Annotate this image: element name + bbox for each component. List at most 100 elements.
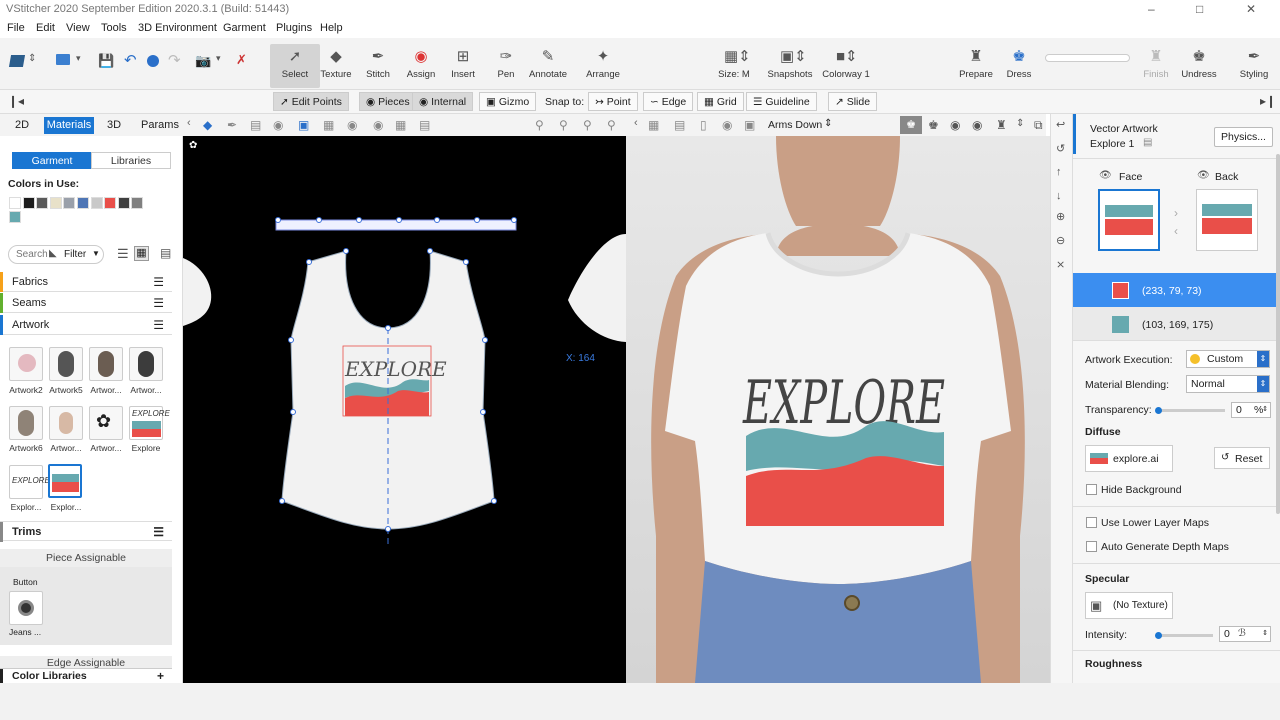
intensity-input[interactable]: 0 ℬ ⇕ — [1219, 626, 1271, 642]
tab-params[interactable]: Params — [138, 117, 182, 134]
app-logo-icon[interactable] — [8, 55, 26, 67]
menu-garment[interactable]: Garment — [223, 22, 266, 34]
menu-icon[interactable]: ☰ — [153, 293, 164, 313]
pose-selector[interactable]: Arms Down — [768, 119, 822, 131]
chevron-left-icon[interactable]: ‹ — [634, 117, 638, 129]
select-piece-icon[interactable]: ◆ — [203, 118, 212, 132]
avatar-view-icon[interactable]: ♚ — [900, 116, 922, 134]
physics-button[interactable]: Physics... — [1214, 127, 1273, 147]
window-icon[interactable]: ⧉ — [1034, 118, 1043, 133]
avatar-icon[interactable]: ◉ — [972, 118, 982, 132]
grid-view-icon[interactable]: ▦ — [134, 246, 149, 261]
face-preview[interactable] — [1098, 189, 1160, 251]
image-icon[interactable]: ▣ — [744, 118, 755, 132]
gizmo-button[interactable]: ▣ Gizmo — [479, 92, 537, 111]
tab-materials[interactable]: Materials — [44, 117, 94, 134]
menu-tools[interactable]: Tools — [101, 22, 127, 34]
artwork-thumb[interactable]: ✿ — [89, 406, 123, 440]
chevron-down-icon[interactable]: ▾ — [76, 53, 81, 64]
intensity-slider[interactable] — [1157, 634, 1213, 637]
zoom-out-icon[interactable]: ⊖ — [1056, 234, 1065, 247]
rename-icon[interactable]: ▤ — [1143, 137, 1152, 148]
menu-icon[interactable]: ☰ — [153, 315, 164, 335]
color-swatch[interactable] — [131, 197, 144, 209]
menu-help[interactable]: Help — [320, 22, 343, 34]
pieces-button[interactable]: ◉ Pieces — [359, 92, 416, 111]
tool-icon[interactable]: ✒ — [227, 118, 237, 132]
color-swatch[interactable] — [9, 197, 21, 209]
arrow-up-icon[interactable]: ↑ — [1056, 166, 1062, 178]
chevron-updown-icon[interactable]: ⇕ — [1016, 118, 1024, 129]
list-view-icon[interactable]: ☰ — [117, 246, 129, 262]
filter-label[interactable]: Filter — [64, 249, 86, 260]
undress-button[interactable]: ♚ Undress — [1174, 44, 1224, 88]
tool-icon[interactable]: ◉ — [273, 118, 283, 132]
garment-icon[interactable]: ♜ — [996, 118, 1007, 132]
transparency-slider[interactable] — [1157, 409, 1225, 412]
tool-icon[interactable]: ◉ — [373, 118, 383, 132]
search-box[interactable]: Search ◣ Filter ▼ — [8, 245, 104, 264]
close-icon[interactable]: ✕ — [1246, 2, 1256, 16]
color-swatch[interactable] — [49, 197, 62, 209]
back-preview[interactable] — [1196, 189, 1258, 251]
garment-toggle[interactable]: Garment — [12, 152, 92, 169]
collapse-right-icon[interactable]: ▸❙ — [1260, 94, 1276, 108]
color-swatch[interactable] — [117, 197, 130, 209]
tool-icon[interactable]: ▤ — [419, 118, 430, 132]
chevron-updown-icon[interactable]: ⇕ — [28, 53, 36, 64]
artwork-thumb[interactable] — [49, 406, 83, 440]
menu-view[interactable]: View — [66, 22, 90, 34]
redo-icon[interactable]: ↷ — [168, 51, 181, 69]
auto-generate-depth-maps-checkbox[interactable] — [1086, 541, 1097, 552]
colorway-selector[interactable]: ■⇕ Colorway 1 — [818, 44, 874, 88]
edit-points-button[interactable]: ➚ Edit Points — [273, 92, 349, 111]
annotate-tool[interactable]: ✎ Annotate — [523, 44, 573, 88]
artwork-thumb[interactable]: EXPLORE — [9, 465, 50, 499]
menu-edit[interactable]: Edit — [36, 22, 55, 34]
grid-icon[interactable]: ▦ — [648, 118, 659, 132]
menu-3d-environment[interactable]: 3D Environment — [138, 22, 217, 34]
artwork-execution-select[interactable]: Custom ⇕ — [1186, 350, 1270, 368]
eye-icon[interactable]: 👁 — [1197, 170, 1210, 181]
history-icon[interactable] — [147, 55, 159, 67]
material-blending-select[interactable]: Normal ⇕ — [1186, 375, 1270, 393]
eye-icon[interactable]: 👁 — [1099, 170, 1112, 181]
artwork-thumb[interactable] — [9, 406, 43, 440]
color-swatch[interactable] — [22, 197, 35, 209]
menu-plugins[interactable]: Plugins — [276, 22, 312, 34]
minimize-icon[interactable]: – — [1148, 2, 1155, 16]
avatar-render[interactable]: EXPLORE — [626, 136, 1050, 683]
artwork-thumb-selected[interactable] — [48, 464, 82, 498]
collapse-left-icon[interactable]: ❙◂ — [8, 94, 24, 108]
bug-report-icon[interactable]: ✗ — [236, 52, 247, 68]
reset-button[interactable]: ↺ Reset — [1214, 447, 1270, 469]
tool-icon[interactable]: ◉ — [347, 118, 357, 132]
pattern-canvas[interactable]: ✿ EXPLORE X: 164 — [183, 136, 626, 683]
color-swatch[interactable] — [104, 197, 117, 209]
pattern-pieces[interactable]: EXPLORE — [183, 136, 626, 683]
snap-edge-button[interactable]: ∽ Edge — [643, 92, 694, 111]
texture-view-icon[interactable]: ▤ — [674, 118, 685, 132]
artwork-thumb[interactable]: EXPLORE — [129, 406, 170, 440]
grid-icon[interactable]: ▦ — [395, 118, 406, 132]
zoom-fit-icon[interactable]: ⚲ — [607, 118, 616, 132]
plus-icon[interactable]: + — [157, 669, 164, 684]
refresh-icon[interactable]: ↺ — [1056, 142, 1065, 155]
specular-texture-button[interactable]: ▣ (No Texture) — [1085, 592, 1173, 619]
color-libraries-row[interactable]: Color Libraries + — [0, 668, 172, 684]
undo-icon[interactable]: ↶ — [124, 51, 137, 69]
chevron-left-icon[interactable]: ‹ — [187, 117, 191, 129]
fit-icon[interactable]: ⨯ — [1056, 258, 1065, 271]
spinner-icon[interactable]: ⇕ — [1262, 403, 1268, 417]
snap-guideline-button[interactable]: ☰ Guideline — [746, 92, 817, 111]
styling-button[interactable]: ✒ Styling — [1229, 44, 1279, 88]
color-swatch[interactable] — [77, 197, 89, 209]
rotate-icon[interactable]: ↩ — [1056, 118, 1065, 131]
chevron-down-icon[interactable]: ▾ — [216, 53, 221, 64]
color-row-selected[interactable]: (233, 79, 73) — [1073, 273, 1280, 307]
zoom-out-icon[interactable]: ⚲ — [559, 118, 568, 132]
menu-icon[interactable]: ☰ — [153, 272, 164, 292]
artwork-thumb[interactable] — [129, 347, 163, 381]
viewport-3d[interactable]: EXPLORE — [626, 136, 1050, 683]
import-icon[interactable]: ▤ — [160, 246, 171, 260]
